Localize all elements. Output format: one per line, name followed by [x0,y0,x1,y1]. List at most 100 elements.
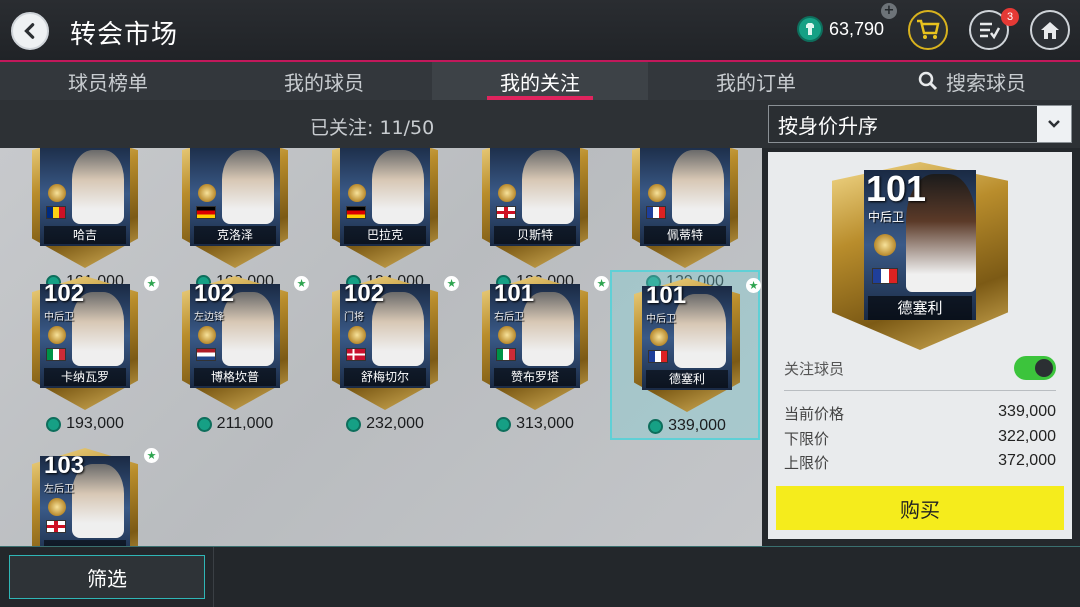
star-icon: ★ [294,276,309,291]
max-price-row: 上限价 372,000 [784,452,1056,473]
player-card-cell[interactable]: 102 门将 舒梅切尔 ★ 232,000 [310,270,460,440]
coin-icon [346,416,362,432]
max-price-label: 上限价 [784,454,830,472]
player-rating: 101 [866,168,927,209]
player-rating: 103 [44,452,85,479]
italy-flag-icon [46,348,66,361]
france-flag-icon [646,206,666,219]
player-position: 门将 [344,312,364,323]
player-price: 211,000 [160,415,310,433]
filter-button[interactable]: 筛选 [9,555,205,599]
coin-icon [797,16,823,42]
player-name: 巴拉克 [344,226,426,244]
player-name: 哈吉 [44,226,126,244]
player-rating: 102 [194,280,235,307]
player-position: 右后卫 [494,312,524,323]
max-price-value: 372,000 [998,452,1056,469]
germany-flag-icon [346,206,366,219]
medal-icon [874,234,896,256]
buy-button[interactable]: 购买 [776,486,1064,530]
tab-label: 球员榜单 [68,70,148,95]
tab-label: 搜索球员 [946,70,1026,95]
page-title: 转会市场 [70,20,179,50]
medal-icon [198,326,216,344]
player-position: 左后卫 [44,484,74,495]
store-button[interactable] [908,10,948,50]
tab-my-players[interactable]: 我的球员 [216,62,432,100]
player-name: 卡纳瓦罗 [44,368,126,386]
romania-flag-icon [46,206,66,219]
price-value: 211,000 [216,415,274,432]
medal-icon [498,326,516,344]
player-position: 中后卫 [868,210,905,224]
tab-label: 我的关注 [500,70,580,95]
current-price-label: 当前价格 [784,405,845,423]
tab-label: 我的订单 [716,70,796,95]
player-name: 克洛泽 [194,226,276,244]
chevron-down-icon[interactable] [1037,106,1071,142]
player-portrait [372,150,424,224]
player-name: 贝斯特 [494,226,576,244]
player-portrait [72,150,124,224]
home-icon [1041,22,1059,39]
denmark-flag-icon [346,348,366,361]
player-price: 193,000 [10,415,160,433]
player-card-cell[interactable]: 101 中后卫德塞利 ★ 339,000 [610,270,762,440]
england-flag-icon [46,520,66,533]
player-card-cell[interactable]: 101 右后卫 赞布罗塔 ★ 313,000 [460,270,610,440]
price-value: 313,000 [516,415,574,432]
current-price-row: 当前价格 339,000 [784,403,1056,424]
back-button[interactable] [11,12,49,50]
coin-icon [496,416,512,432]
medal-icon [498,184,516,202]
follow-toggle[interactable] [1014,356,1056,380]
tab-my-orders[interactable]: 我的订单 [648,62,864,100]
player-position: 左边锋 [194,312,224,323]
england-flag-icon [496,206,516,219]
player-name: 德塞利 [868,296,972,320]
notification-badge: 3 [1001,8,1019,26]
player-card-cell[interactable]: 102 中后卫 卡纳瓦罗 ★ 193,000 [10,270,160,440]
medal-icon [198,184,216,202]
player-price: 232,000 [310,415,460,433]
star-icon: ★ [594,276,609,291]
player-price: 339,000 [612,417,762,435]
add-coins-icon[interactable]: + [881,3,897,19]
star-icon: ★ [746,278,761,293]
home-button[interactable] [1030,10,1070,50]
medal-icon [648,184,666,202]
player-card-cell[interactable]: 103 左后卫 ★ [10,442,160,546]
medal-icon [48,326,66,344]
tab-search-players[interactable]: 搜索球员 [864,62,1080,100]
player-portrait [522,150,574,224]
tab-my-watchlist[interactable]: 我的关注 [432,62,648,100]
player-card-cell[interactable]: 102 左边锋博格坎普 ★ 211,000 [160,270,310,440]
top-bar: 转会市场 63,790 + 3 [0,0,1080,62]
player-name: 佩蒂特 [644,226,726,244]
follow-count: 已关注: 11/50 [310,117,435,139]
sort-selected-value: 按身价升序 [778,113,878,138]
sort-dropdown[interactable]: 按身价升序 [768,105,1072,143]
coin-balance: 63,790 [797,16,884,42]
player-rating: 101 [646,282,687,309]
player-name: 舒梅切尔 [344,368,426,386]
search-icon [918,71,938,91]
player-position: 中后卫 [44,312,74,323]
star-icon: ★ [444,276,459,291]
player-name: 博格坎普 [194,368,276,386]
medal-icon [48,498,66,516]
player-portrait [672,150,724,224]
medal-icon [650,328,668,346]
cart-icon [917,19,940,39]
price-value: 339,000 [668,417,726,434]
player-position: 中后卫 [646,314,676,325]
player-price: 313,000 [460,415,610,433]
player-name: 德塞利 [646,370,728,388]
current-price-value: 339,000 [998,403,1056,420]
coin-icon [196,416,212,432]
france-flag-icon [648,350,668,363]
tab-player-rankings[interactable]: 球员榜单 [0,62,216,100]
price-value: 193,000 [66,415,124,432]
coin-icon [46,416,62,432]
medal-icon [348,184,366,202]
